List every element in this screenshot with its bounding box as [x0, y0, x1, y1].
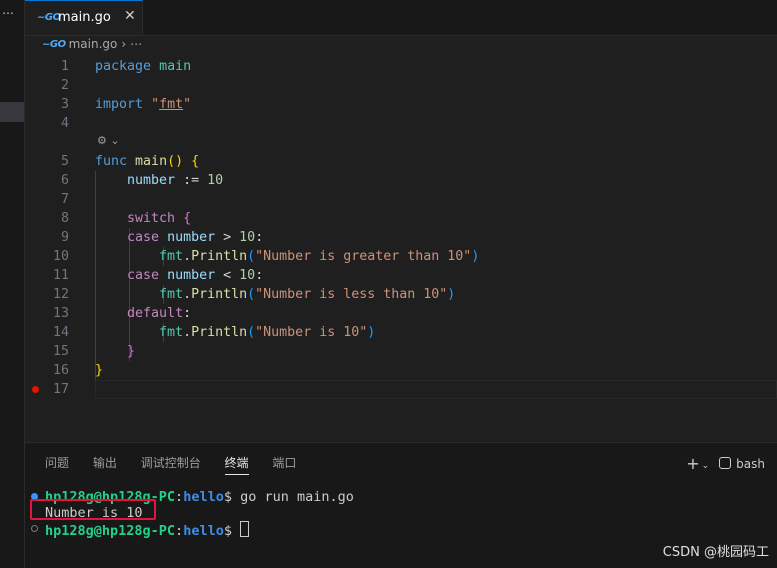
- tab-label: main.go: [58, 10, 111, 25]
- tab-output[interactable]: 输出: [93, 454, 117, 471]
- codelens-icon[interactable]: ⚙ ⌄: [97, 131, 120, 150]
- breadcrumb-file[interactable]: main.go: [69, 37, 118, 51]
- panel-tabs: 问题 输出 调试控制台 终端 端口: [45, 454, 316, 475]
- code-line: 4: [25, 114, 777, 133]
- code-line: 6 number := 10: [25, 171, 777, 190]
- line-number: 11: [52, 268, 69, 283]
- line-number: 7: [60, 192, 69, 207]
- line-number: 13: [52, 306, 69, 321]
- line-number: 12: [52, 287, 69, 302]
- go-file-icon: ~GO: [42, 39, 66, 50]
- code-line: 1 package main: [25, 57, 777, 76]
- code-line: 9 case number > 10:: [25, 228, 777, 247]
- line-number: 2: [60, 78, 69, 93]
- code-line: 16}: [25, 361, 777, 380]
- breadcrumb: ~GO main.go › ⋯: [42, 37, 142, 55]
- chevron-down-icon[interactable]: ⌄: [702, 461, 710, 471]
- import-path: fmt: [159, 97, 184, 112]
- close-icon[interactable]: ✕: [124, 8, 136, 24]
- new-terminal-icon[interactable]: +: [686, 454, 699, 473]
- line-number: 9: [60, 230, 69, 245]
- line-number: 14: [52, 325, 69, 340]
- line-number: 1: [60, 59, 69, 74]
- current-line[interactable]: 17: [25, 380, 777, 399]
- activity-sidebar: ⋯: [0, 0, 25, 568]
- code-line: 15 }: [25, 342, 777, 361]
- line-number: 3: [60, 97, 69, 112]
- current-line-highlight: [95, 380, 777, 399]
- terminal-icon: [719, 457, 732, 469]
- shell-name[interactable]: bash: [736, 457, 765, 471]
- more-icon[interactable]: ⋯: [2, 6, 14, 20]
- code-line: 12 fmt.Println("Number is less than 10"): [25, 285, 777, 304]
- code-line: 14 fmt.Println("Number is 10"): [25, 323, 777, 342]
- line-number: 4: [60, 116, 69, 131]
- highlight-box: [30, 499, 156, 520]
- code-line: 10 fmt.Println("Number is greater than 1…: [25, 247, 777, 266]
- tab-debug-console[interactable]: 调试控制台: [141, 454, 201, 471]
- terminal-cursor: [240, 521, 250, 537]
- code-line: 2: [25, 76, 777, 95]
- line-number: 17: [52, 382, 69, 397]
- tab-problems[interactable]: 问题: [45, 454, 69, 471]
- sidebar-selected-item[interactable]: [0, 102, 24, 122]
- breadcrumb-more[interactable]: ⋯: [130, 37, 142, 51]
- chevron-right-icon: ›: [121, 37, 127, 51]
- editor-tab-bar: ~GO main.go ✕: [25, 0, 777, 36]
- code-line: 5 func main() {: [25, 152, 777, 171]
- bottom-panel: 问题 输出 调试控制台 终端 端口 + ⌄ bash hp128g@hp128g-P…: [25, 442, 777, 568]
- code-line: 13 default:: [25, 304, 777, 323]
- codelens-row: ⚙ ⌄: [25, 133, 777, 152]
- code-line: 11 case number < 10:: [25, 266, 777, 285]
- panel-actions: + ⌄ bash: [686, 453, 765, 473]
- line-number: 16: [52, 363, 69, 378]
- code-line: 3 import "fmt": [25, 95, 777, 114]
- watermark: CSDN @桃园码工: [662, 545, 769, 560]
- line-number: 5: [60, 154, 69, 169]
- tab-ports[interactable]: 端口: [272, 454, 296, 471]
- tab-terminal[interactable]: 终端: [224, 454, 249, 475]
- line-number: 15: [52, 344, 69, 359]
- code-line: 8 switch {: [25, 209, 777, 228]
- line-number: 10: [52, 249, 69, 264]
- code-editor[interactable]: 1 package main 2 3 import "fmt" 4 ⚙ ⌄ 5 fun…: [25, 57, 777, 399]
- line-number: 8: [60, 211, 69, 226]
- line-number: 6: [60, 173, 69, 188]
- command-pending-icon[interactable]: [31, 525, 38, 532]
- tab-main-go[interactable]: ~GO main.go ✕: [25, 0, 143, 35]
- code-line: 7: [25, 190, 777, 209]
